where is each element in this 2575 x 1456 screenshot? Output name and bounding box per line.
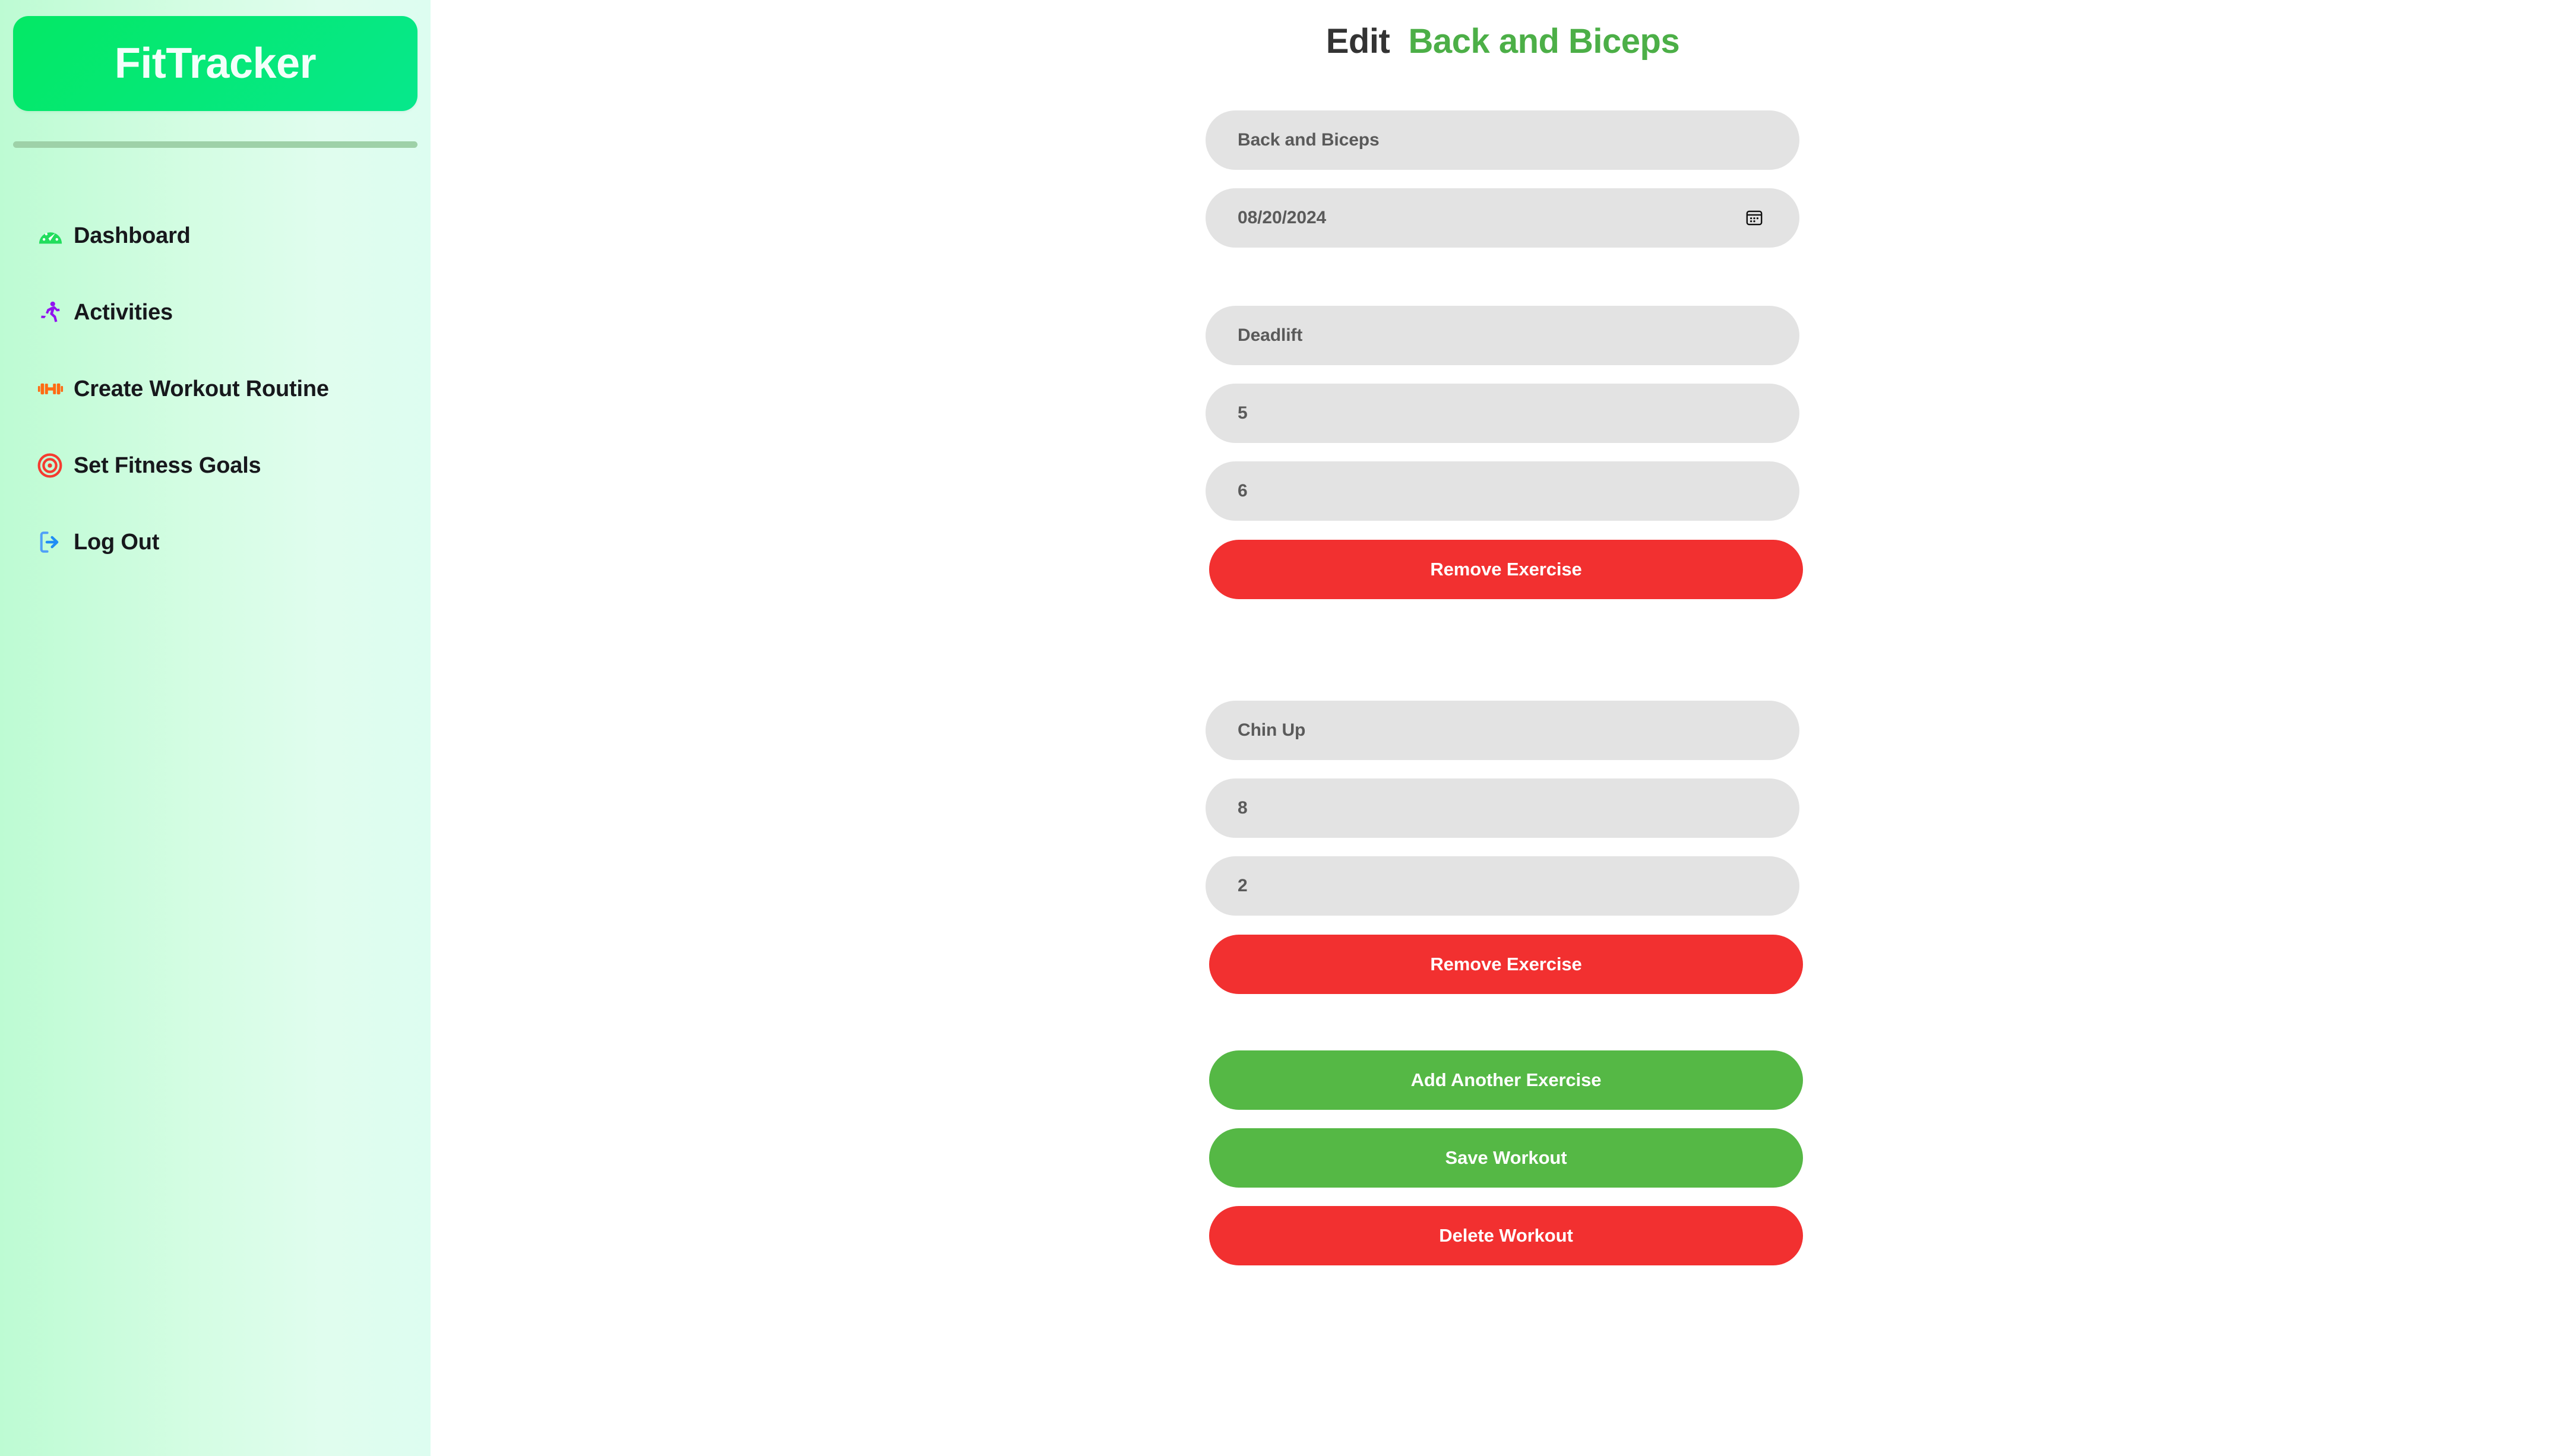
workout-date-value: 08/20/2024 xyxy=(1238,208,1327,227)
exercise-name-value: Deadlift xyxy=(1238,325,1303,345)
add-another-exercise-button[interactable]: Add Another Exercise xyxy=(1209,1050,1803,1110)
edit-workout-form: Back and Biceps 08/20/2024 Deadlift 5 6 … xyxy=(1206,110,1803,1265)
page-title-prefix: Edit xyxy=(1326,22,1390,61)
dumbbell-icon xyxy=(37,375,74,403)
running-person-icon xyxy=(37,299,74,325)
page-title: Edit Back and Biceps xyxy=(431,21,2575,61)
delete-workout-button[interactable]: Delete Workout xyxy=(1209,1206,1803,1265)
remove-exercise-button[interactable]: Remove Exercise xyxy=(1209,935,1803,994)
exercise-sets-input[interactable]: 5 xyxy=(1206,384,1799,443)
sidebar-item-create-workout-routine[interactable]: Create Workout Routine xyxy=(37,371,431,407)
page-title-workout-name: Back and Biceps xyxy=(1408,22,1680,61)
workout-name-input[interactable]: Back and Biceps xyxy=(1206,110,1799,170)
calendar-icon[interactable] xyxy=(1742,206,1766,230)
exercise-name-value: Chin Up xyxy=(1238,720,1306,740)
workout-date-input[interactable]: 08/20/2024 xyxy=(1206,188,1799,248)
logout-icon xyxy=(37,529,74,555)
app-logo-text: FitTracker xyxy=(114,40,317,87)
exercise-sets-input[interactable]: 8 xyxy=(1206,778,1799,838)
sidebar-item-activities[interactable]: Activities xyxy=(37,295,431,330)
exercise-name-input[interactable]: Chin Up xyxy=(1206,701,1799,760)
exercise-name-input[interactable]: Deadlift xyxy=(1206,306,1799,365)
exercise-reps-value: 2 xyxy=(1238,876,1248,895)
app-logo[interactable]: FitTracker xyxy=(13,16,417,111)
sidebar-item-label: Activities xyxy=(74,299,173,325)
save-workout-button[interactable]: Save Workout xyxy=(1209,1128,1803,1188)
sidebar-divider xyxy=(13,141,417,148)
workout-name-value: Back and Biceps xyxy=(1238,130,1380,150)
sidebar-item-label: Create Workout Routine xyxy=(74,376,329,401)
exercise-block: Deadlift 5 6 Remove Exercise xyxy=(1206,306,1803,599)
exercise-sets-value: 8 xyxy=(1238,798,1248,818)
exercise-reps-value: 6 xyxy=(1238,481,1248,501)
remove-exercise-button[interactable]: Remove Exercise xyxy=(1209,540,1803,599)
sidebar-item-set-fitness-goals[interactable]: Set Fitness Goals xyxy=(37,448,431,483)
sidebar-nav: Dashboard Activities Create Workout Rout… xyxy=(0,218,431,560)
app-root: FitTracker Dashboard Activities Create W… xyxy=(0,0,2575,1456)
main-content: Edit Back and Biceps Back and Biceps 08/… xyxy=(431,0,2575,1456)
sidebar-item-label: Log Out xyxy=(74,529,160,555)
exercise-reps-input[interactable]: 6 xyxy=(1206,461,1799,521)
sidebar-item-label: Dashboard xyxy=(74,223,191,248)
sidebar-item-log-out[interactable]: Log Out xyxy=(37,524,431,560)
sidebar-item-dashboard[interactable]: Dashboard xyxy=(37,218,431,254)
gauge-icon xyxy=(37,222,74,249)
form-actions: Add Another Exercise Save Workout Delete… xyxy=(1206,1050,1803,1265)
sidebar-item-label: Set Fitness Goals xyxy=(74,452,261,478)
exercise-block: Chin Up 8 2 Remove Exercise xyxy=(1206,701,1803,994)
target-icon xyxy=(37,452,74,479)
sidebar: FitTracker Dashboard Activities Create W… xyxy=(0,0,431,1456)
exercise-sets-value: 5 xyxy=(1238,403,1248,423)
exercise-reps-input[interactable]: 2 xyxy=(1206,856,1799,916)
